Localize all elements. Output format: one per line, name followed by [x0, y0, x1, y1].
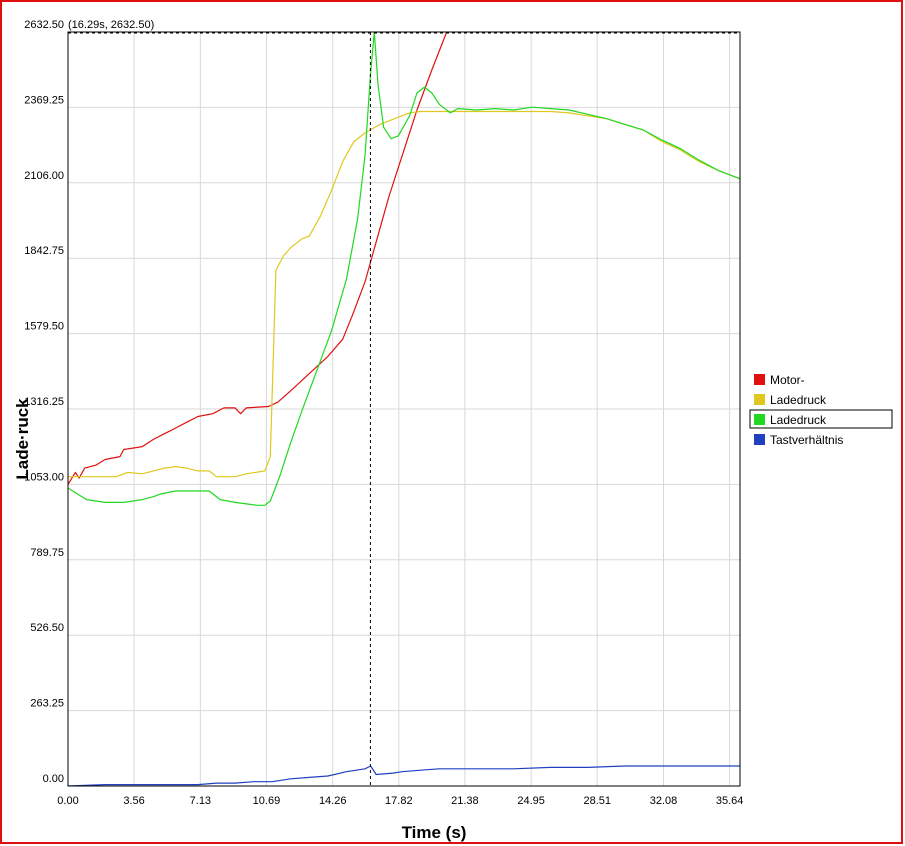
y-tick-label: 263.25 — [30, 698, 64, 710]
legend[interactable]: Motor- Ladedruck Ladedruck Tastverhältnis — [749, 373, 893, 447]
cursor-readout: (16.29s, 2632.50) — [68, 19, 154, 31]
line-chart[interactable]: 0.00263.25526.50789.751053.001316.251579… — [0, 0, 905, 846]
y-tick-label: 2632.50 — [24, 19, 64, 31]
legend-swatch — [754, 434, 765, 445]
legend-item[interactable]: Motor- — [770, 373, 805, 387]
y-axis-title: Lade·ruck — [13, 398, 32, 480]
y-tick-label: 1842.75 — [24, 245, 64, 257]
x-tick-label: 24.95 — [517, 795, 545, 807]
series-line-1 — [68, 110, 740, 478]
legend-item[interactable]: Ladedruck — [770, 413, 827, 427]
x-tick-label: 35.64 — [716, 795, 744, 807]
x-tick-label: 28.51 — [583, 795, 611, 807]
legend-item[interactable]: Ladedruck — [770, 393, 827, 407]
legend-item[interactable]: Tastverhältnis — [770, 433, 843, 447]
y-tick-label: 0.00 — [43, 773, 64, 785]
x-axis-ticks: 0.00 3.56 7.13 10.69 14.26 17.82 21.38 24.95 28.… — [57, 795, 743, 807]
y-tick-label: 2106.00 — [24, 170, 64, 182]
x-tick-label: 10.69 — [253, 795, 281, 807]
legend-swatch — [754, 374, 765, 385]
y-tick-label: 1579.50 — [24, 321, 64, 333]
series-line-3 — [68, 765, 740, 786]
grid — [68, 31, 740, 786]
x-tick-label: 3.56 — [123, 795, 144, 807]
x-tick-label: 32.08 — [650, 795, 678, 807]
x-tick-label: 0.00 — [57, 795, 78, 807]
legend-swatch — [754, 394, 765, 405]
legend-swatch — [754, 414, 765, 425]
x-tick-label: 7.13 — [190, 795, 211, 807]
y-tick-label: 789.75 — [30, 547, 64, 559]
x-axis-title: Time (s) — [402, 823, 467, 842]
x-tick-label: 21.38 — [451, 795, 479, 807]
series-line-2 — [68, 32, 740, 506]
x-tick-label: 14.26 — [319, 795, 347, 807]
x-tick-label: 17.82 — [385, 795, 413, 807]
y-tick-label: 2369.25 — [24, 94, 64, 106]
y-tick-label: 526.50 — [30, 622, 64, 634]
